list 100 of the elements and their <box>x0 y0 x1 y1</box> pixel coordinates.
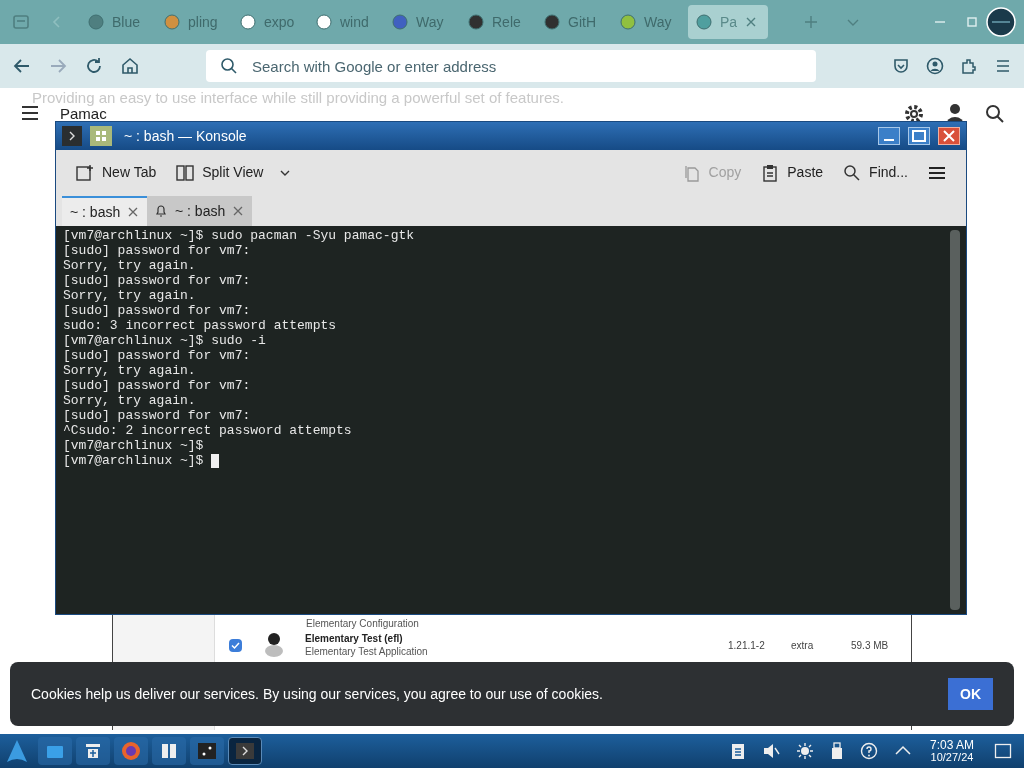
package-version: 1.21.1-2 <box>728 638 766 653</box>
favicon-icon <box>164 14 180 30</box>
tab-title: Way <box>644 12 672 32</box>
tab-title: ~ : bash <box>175 201 226 221</box>
extensions-icon[interactable] <box>960 57 978 75</box>
tab-title: GitH <box>568 12 596 32</box>
taskbar-button[interactable] <box>190 737 224 765</box>
minimize-icon[interactable] <box>878 127 900 145</box>
tab-title: Blue <box>112 12 141 32</box>
terminal-icon <box>235 742 255 760</box>
package-repo: extra <box>791 638 815 653</box>
package-name: Elementary Test (efl) <box>305 632 404 645</box>
cookie-message: Cookies help us deliver our services. By using our services, you agree to our use of cookies. <box>31 684 603 704</box>
taskbar-button[interactable] <box>76 737 110 765</box>
favicon-icon <box>392 14 408 30</box>
terminal-line: ^Csudo: 2 incorrect password attempts <box>63 423 352 438</box>
terminal-line: Sorry, try again. <box>63 393 196 408</box>
browser-tab[interactable]: Pa <box>688 5 768 39</box>
terminal-line: [vm7@archlinux ~]$ <box>63 438 204 453</box>
tab-title: Way <box>416 12 444 32</box>
checkbox[interactable] <box>229 638 242 652</box>
toolbar-button[interactable]: Paste <box>761 162 824 183</box>
package-icon <box>265 633 283 657</box>
terminal-line: [vm7@archlinux ~]$ sudo -i <box>63 333 266 348</box>
browser-tab[interactable]: wind <box>308 5 380 39</box>
show-desktop-icon[interactable] <box>994 742 1012 760</box>
help-icon[interactable] <box>859 742 878 760</box>
split-view-icon <box>176 163 195 182</box>
terminal-line: [sudo] password for vm7: <box>63 273 251 288</box>
favicon-icon <box>696 14 712 30</box>
terminal-line: [vm7@archlinux ~]$ sudo pacman -Syu pamac-gtk <box>63 228 415 243</box>
account-icon[interactable] <box>926 57 944 75</box>
close-icon[interactable] <box>233 206 244 216</box>
taskbar-button[interactable] <box>38 737 72 765</box>
terminal-line: sudo: 3 incorrect password attempts <box>63 318 337 333</box>
bell-icon <box>155 204 167 218</box>
favicon-icon <box>316 14 332 30</box>
package-description: Elementary Configuration <box>306 616 420 630</box>
toolbar-button[interactable]: Find... <box>843 162 908 183</box>
pause-icon <box>161 742 177 760</box>
tab-title: pling <box>188 12 218 32</box>
address-bar[interactable]: Search with Google or enter address <box>206 50 816 82</box>
home-icon[interactable] <box>120 56 140 76</box>
tab-title: Pa <box>720 12 738 32</box>
search-icon[interactable] <box>985 104 1005 124</box>
browser-tab[interactable]: GitH <box>536 5 608 39</box>
clipboard-icon[interactable] <box>729 742 746 760</box>
terminal-icon[interactable] <box>62 126 82 146</box>
browser-tab[interactable]: Way <box>384 5 456 39</box>
package-size: 59.3 MB <box>851 638 890 653</box>
terminal-tab[interactable]: ~ : bash <box>147 196 252 226</box>
maximize-icon[interactable] <box>908 127 930 145</box>
volume-icon[interactable] <box>761 742 780 760</box>
brightness-icon[interactable] <box>795 742 814 760</box>
clock-time: 7:03 AM <box>929 739 974 751</box>
browser-tab[interactable]: Blue <box>80 5 152 39</box>
close-icon[interactable] <box>745 16 758 28</box>
browser-tab[interactable]: Way <box>612 5 684 39</box>
tab-title: wind <box>340 12 369 32</box>
launcher-icon[interactable] <box>4 738 30 764</box>
cursor <box>211 453 220 468</box>
tab-title: expo <box>264 12 295 32</box>
usb-drive-icon[interactable] <box>829 742 844 760</box>
toolbar-button[interactable]: Split View <box>176 162 292 183</box>
close-icon[interactable] <box>938 127 960 145</box>
window-title: ~ : bash — Konsole <box>124 126 247 146</box>
terminal-tab[interactable]: ~ : bash <box>62 196 147 226</box>
favicon-icon <box>88 14 104 30</box>
favicon-icon <box>240 14 256 30</box>
browser-tab[interactable]: expo <box>232 5 304 39</box>
package-icon <box>84 742 102 760</box>
terminal-line: Sorry, try again. <box>63 288 196 303</box>
pocket-icon[interactable] <box>892 57 910 75</box>
paste-icon <box>761 163 780 182</box>
menu-icon[interactable] <box>20 105 40 121</box>
toolbar-button[interactable]: New Tab <box>76 162 157 183</box>
package-description: Elementary Test Application <box>305 645 429 658</box>
dice-icon <box>197 742 217 760</box>
terminal-line: [sudo] password for vm7: <box>63 243 251 258</box>
taskbar-button[interactable] <box>228 737 262 765</box>
taskbar-button[interactable] <box>152 737 186 765</box>
folder-icon <box>46 743 64 759</box>
reload-icon[interactable] <box>84 56 104 76</box>
browser-tab[interactable]: pling <box>156 5 228 39</box>
search-icon <box>843 163 862 182</box>
scrollbar[interactable] <box>950 230 960 610</box>
page-title: Pamac <box>60 106 107 121</box>
browser-tab[interactable]: Rele <box>460 5 532 39</box>
favicon-icon <box>620 14 636 30</box>
close-icon[interactable] <box>128 207 139 217</box>
search-icon <box>220 57 238 75</box>
terminal-line: Sorry, try again. <box>63 258 196 273</box>
tab-title: ~ : bash <box>70 202 121 222</box>
terminal-line: [sudo] password for vm7: <box>63 378 251 393</box>
ok-button[interactable]: OK <box>948 678 993 710</box>
terminal-line: [sudo] password for vm7: <box>63 348 251 363</box>
clock-date: 10/27/24 <box>930 751 974 763</box>
favicon-icon <box>468 14 484 30</box>
tab-title: Rele <box>492 12 521 32</box>
terminal-line: [sudo] password for vm7: <box>63 408 251 423</box>
